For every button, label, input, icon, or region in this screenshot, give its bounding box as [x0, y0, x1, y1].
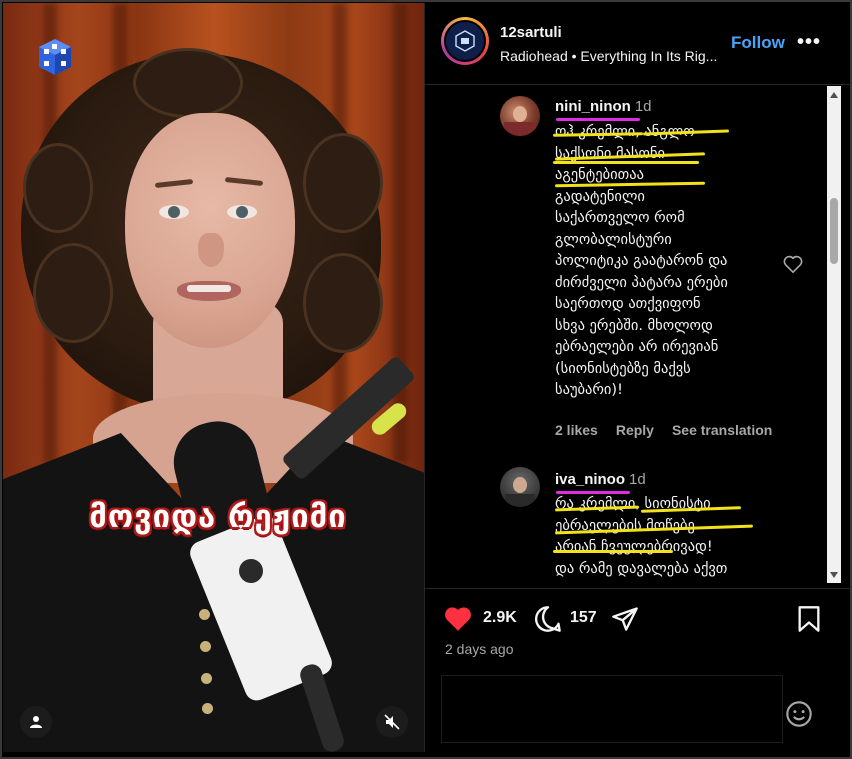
like-heart-icon[interactable]: [443, 605, 473, 632]
save-bookmark-icon[interactable]: [797, 605, 821, 633]
user-icon: [30, 716, 42, 728]
video-caption: მოვიდა რეჟიმი: [89, 499, 347, 535]
post-header: 12sartuli Radiohead • Everything In Its …: [425, 3, 850, 85]
comment-time: 1d: [629, 471, 646, 488]
comment-header: iva_ninoo 1d: [555, 471, 646, 488]
cube-logo-icon: [455, 30, 475, 52]
follow-button[interactable]: Follow: [731, 33, 785, 53]
comments-list[interactable]: nini_ninon1d ოჰ კრემლი, ანგლო- საქსონი მ…: [425, 86, 850, 583]
post-side-panel: 12sartuli Radiohead • Everything In Its …: [424, 3, 850, 752]
post-username[interactable]: 12sartuli: [500, 24, 562, 41]
post-actions: 2.9K 157: [425, 588, 850, 648]
commenter-avatar[interactable]: [500, 96, 540, 136]
reel-video[interactable]: მოვიდა რეჟიმი: [3, 3, 424, 752]
person-face: [125, 113, 295, 348]
scrollbar-thumb[interactable]: [830, 198, 838, 264]
audio-track[interactable]: Radiohead • Everything In Its Rig...: [500, 48, 717, 64]
comment-time: 1d: [634, 98, 652, 115]
post-date: 2 days ago: [445, 641, 514, 657]
cube-logo-icon: [39, 39, 71, 75]
comment-username[interactable]: nini_ninon: [555, 98, 631, 115]
reply-button[interactable]: Reply: [616, 422, 654, 438]
comment-likes[interactable]: 2 likes: [555, 422, 598, 438]
more-options-button[interactable]: •••: [797, 31, 821, 54]
see-translation-button[interactable]: See translation: [672, 422, 772, 438]
account-avatar[interactable]: [441, 17, 489, 65]
account-button[interactable]: [20, 706, 52, 738]
like-count[interactable]: 2.9K: [483, 609, 517, 627]
comments-scrollbar[interactable]: [827, 86, 841, 583]
comment-bubble-icon[interactable]: [534, 605, 562, 633]
comment-header: nini_ninon 1d: [555, 98, 652, 115]
add-comment-input[interactable]: [441, 675, 783, 743]
commenter-avatar[interactable]: [500, 467, 540, 507]
comment-count: 157: [570, 609, 597, 626]
speaker-muted-icon: [384, 714, 400, 730]
mute-button[interactable]: [376, 706, 408, 738]
comment-meta: 2 likes Reply See translation: [555, 422, 790, 438]
comment-like-heart-icon[interactable]: [783, 255, 803, 273]
share-send-icon[interactable]: [611, 605, 639, 633]
comment-username[interactable]: iva_ninoo: [555, 471, 625, 488]
emoji-icon[interactable]: [785, 700, 813, 728]
